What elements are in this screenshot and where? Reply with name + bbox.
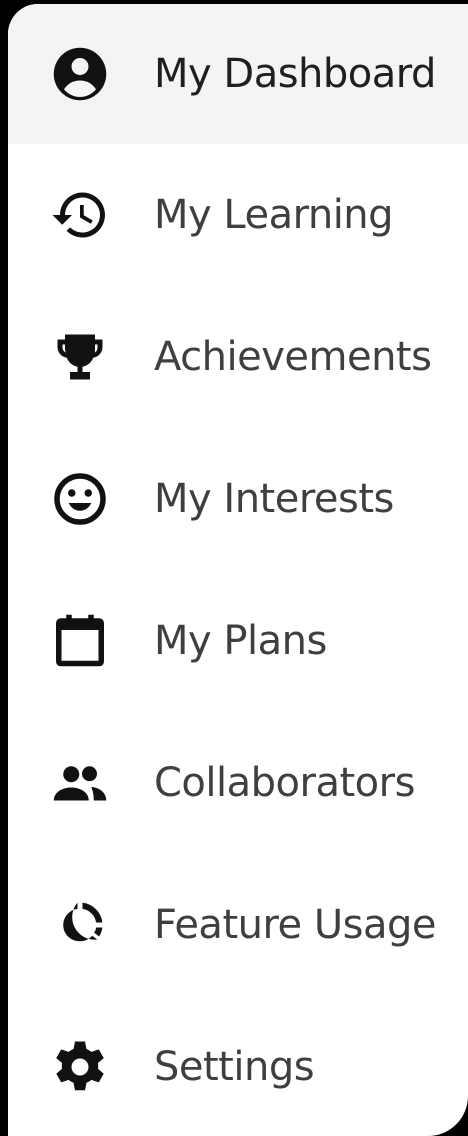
history-icon — [48, 183, 112, 247]
menu-item-label: Settings — [154, 1044, 315, 1090]
menu-item-settings[interactable]: Settings — [8, 996, 468, 1136]
menu-item-label: My Dashboard — [154, 51, 436, 97]
menu-item-label: My Learning — [154, 192, 394, 238]
menu-item-my-learning[interactable]: My Learning — [8, 144, 468, 286]
gear-icon — [48, 1035, 112, 1099]
trophy-icon — [48, 325, 112, 389]
people-icon — [48, 751, 112, 815]
menu-item-feature-usage[interactable]: Feature Usage — [8, 854, 468, 996]
menu-item-collaborators[interactable]: Collaborators — [8, 712, 468, 854]
menu-item-label: Feature Usage — [154, 902, 437, 948]
navigation-menu: My Dashboard My Learning Achievements My… — [8, 4, 468, 1136]
menu-item-label: My Interests — [154, 476, 394, 522]
donut-chart-icon — [48, 893, 112, 957]
menu-item-my-interests[interactable]: My Interests — [8, 428, 468, 570]
menu-item-my-dashboard[interactable]: My Dashboard — [8, 4, 468, 144]
account-circle-icon — [48, 42, 112, 106]
menu-item-achievements[interactable]: Achievements — [8, 286, 468, 428]
smiley-icon — [48, 467, 112, 531]
menu-item-label: Achievements — [154, 334, 432, 380]
menu-item-label: My Plans — [154, 618, 327, 664]
navigation-menu-panel: My Dashboard My Learning Achievements My… — [8, 4, 468, 1136]
menu-item-label: Collaborators — [154, 760, 415, 806]
menu-item-my-plans[interactable]: My Plans — [8, 570, 468, 712]
calendar-icon — [48, 609, 112, 673]
